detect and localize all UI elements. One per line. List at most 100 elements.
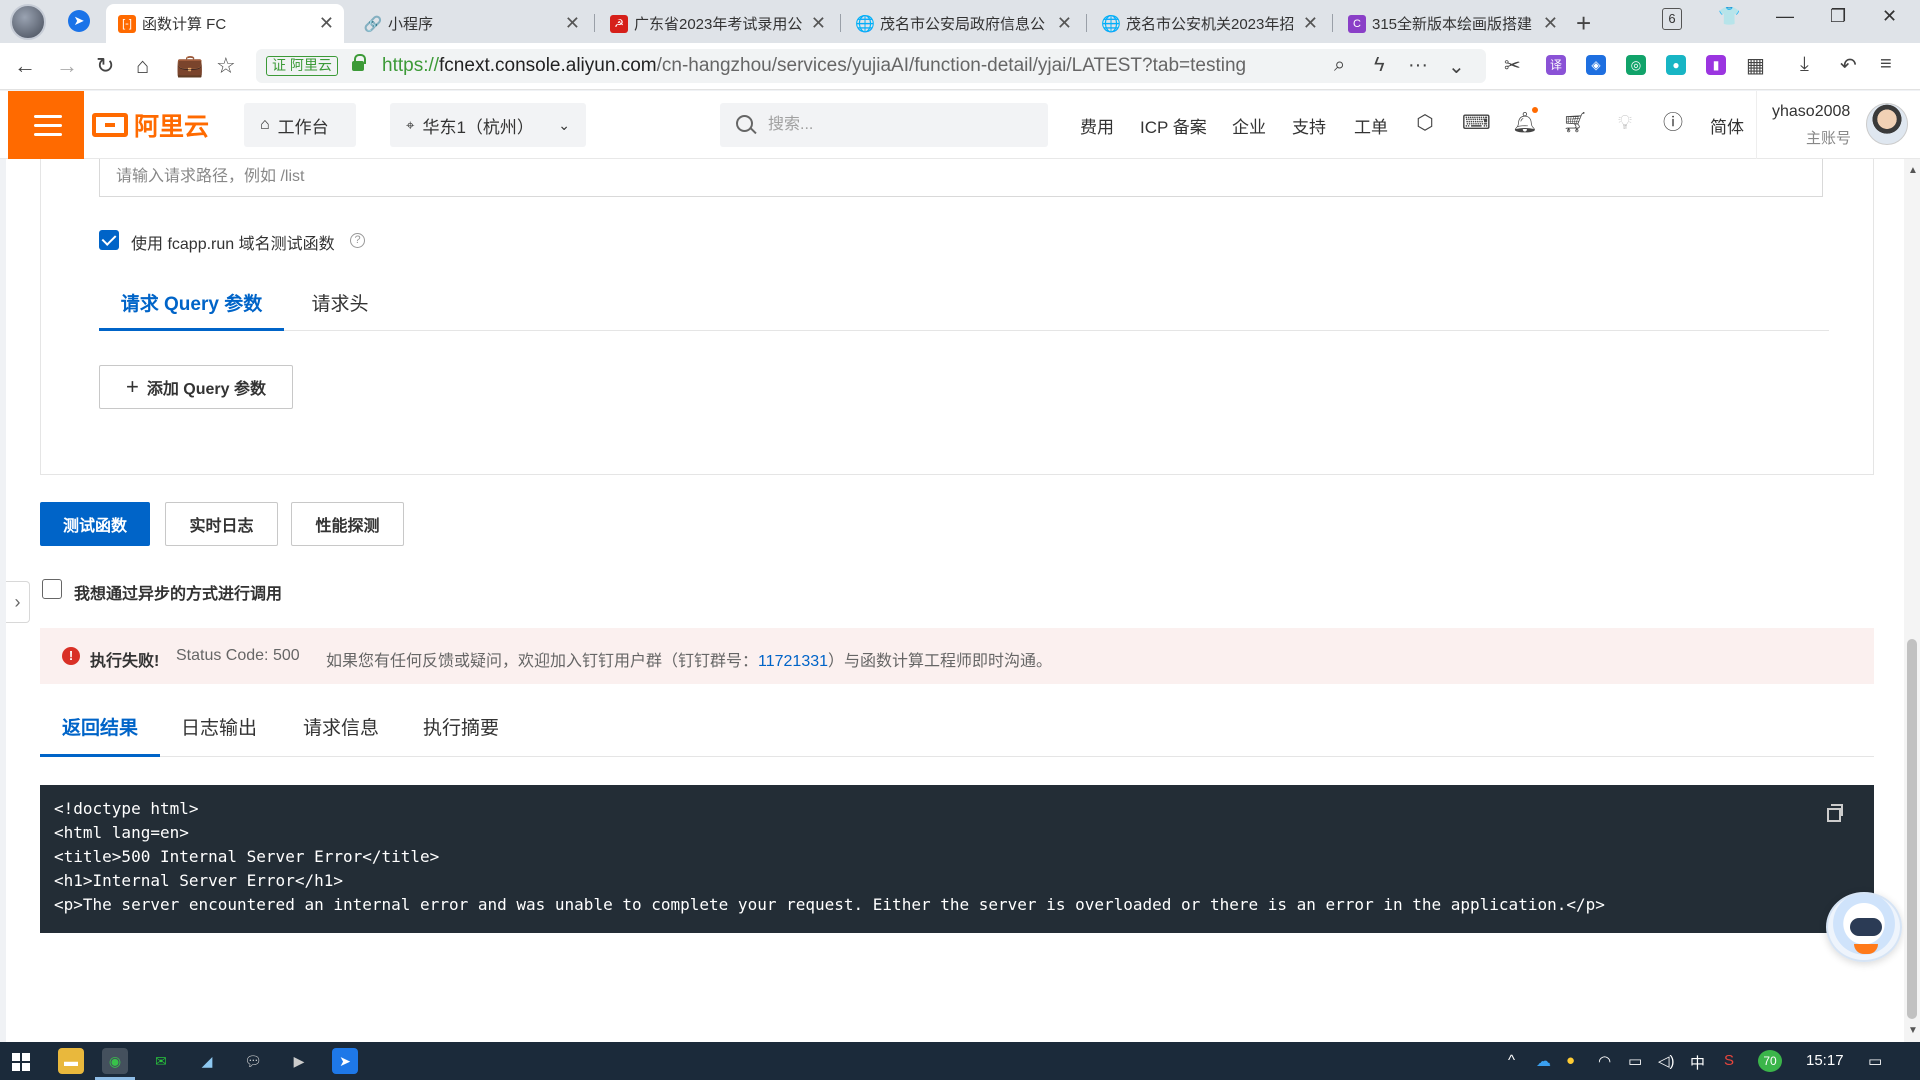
forward-icon[interactable]: → [56,53,78,79]
user-name[interactable]: yhaso2008 [1772,103,1850,121]
bell-icon[interactable]: 🔔︎ [1512,110,1538,136]
aliyun-logo[interactable]: 阿里云 [92,107,209,143]
extension-purple-icon[interactable]: ▮ [1706,55,1726,75]
sidebar-expand-handle[interactable]: › [6,581,30,623]
home-icon[interactable]: ⌂ [136,53,149,79]
back-icon[interactable]: ← [14,53,36,79]
tab-guangdong-exam[interactable]: ☭ 广东省2023年考试录用公 ✕ [598,4,836,43]
nav-ticket[interactable]: 工单 [1354,113,1388,138]
volume-icon[interactable]: ◁) [1658,1052,1675,1070]
async-invoke-checkbox[interactable] [42,579,62,599]
copy-icon[interactable] [1827,804,1843,822]
api-icon[interactable]: ⬡ [1412,110,1438,136]
scroll-up-icon[interactable]: ▲ [1908,165,1918,176]
close-tab-icon[interactable]: ✕ [319,13,334,34]
notes-app-icon[interactable]: ◢ [194,1048,220,1074]
chat-app-icon[interactable]: 💬︎ [240,1048,266,1074]
help-icon[interactable]: ⓘ [1660,110,1686,136]
close-tab-icon[interactable]: ✕ [565,13,580,34]
tab-mini-program[interactable]: 🔗 小程序 ✕ [352,4,590,43]
restore-icon[interactable]: ❐ [1830,6,1846,27]
request-path-input[interactable] [116,165,1716,189]
request-path-field[interactable] [99,159,1823,197]
extension-chat-icon[interactable]: ● [1666,55,1686,75]
wifi-icon[interactable]: ◠ [1598,1052,1611,1070]
page-scrollbar[interactable]: ▲ ▼ [1904,159,1920,1042]
more-icon[interactable]: ··· [1408,54,1428,77]
close-tab-icon[interactable]: ✕ [811,13,826,34]
certificate-badge[interactable]: 证 阿里云 [266,56,338,76]
tab-request-info[interactable]: 请求信息 [296,705,386,755]
chevron-down-icon[interactable]: ⌄ [1448,54,1465,79]
briefcase-icon[interactable]: 💼 [176,53,203,79]
new-tab-icon[interactable]: + [1576,8,1591,39]
file-explorer-icon[interactable]: ▬ [58,1048,84,1074]
zoom-icon[interactable]: ⌕ [1334,54,1345,77]
apps-grid-icon[interactable]: ▦ [1746,53,1765,78]
download-icon[interactable]: ⤓ [1800,53,1809,76]
tray-expand-icon[interactable]: ^ [1508,1052,1515,1069]
scroll-thumb[interactable] [1907,639,1917,1019]
lock-icon[interactable] [352,54,366,72]
extension-green-icon[interactable]: ◎ [1626,55,1646,75]
nav-icp[interactable]: ICP 备案 [1140,113,1207,138]
performance-probe-button[interactable]: 性能探测 [291,502,404,546]
browser-menu-icon[interactable]: ≡ [1880,53,1892,76]
shirt-skin-icon[interactable]: 👕 [1718,6,1740,27]
url-text[interactable]: https://fcnext.console.aliyun.com/cn-han… [382,55,1246,77]
favorites-icon[interactable]: ☆ [216,53,236,79]
ime-indicator[interactable]: 中 [1690,1052,1705,1073]
nav-support[interactable]: 支持 [1292,113,1326,138]
security-score-badge[interactable]: 70 [1758,1050,1782,1072]
pinned-tab-icon[interactable]: ➤ [68,10,90,32]
cart-icon[interactable]: 🛒︎ [1562,110,1588,136]
tab-maoming-police-recruit[interactable]: 🌐 茂名市公安机关2023年招 ✕ [1090,4,1328,43]
undo-icon[interactable]: ↶ [1840,53,1857,78]
minimize-icon[interactable]: — [1776,6,1794,27]
assistant-robot-icon[interactable] [1826,892,1902,962]
add-query-param-button[interactable]: + 添加 Query 参数 [99,365,293,409]
translate-extension-icon[interactable]: 译 [1546,55,1566,75]
cloud-tray-icon[interactable]: ☁ [1536,1052,1551,1070]
use-fcapp-domain-checkbox[interactable] [99,230,119,250]
tab-return-result[interactable]: 返回结果 [40,705,160,757]
scroll-down-icon[interactable]: ▼ [1908,1025,1918,1036]
tab-function-compute[interactable]: [-] 函数计算 FC ✕ [106,4,344,43]
windows-start-icon[interactable] [12,1053,30,1071]
dingtalk-group-link[interactable]: 11721331 [758,653,828,670]
close-tab-icon[interactable]: ✕ [1303,13,1318,34]
profile-avatar-icon[interactable] [10,4,46,40]
tab-log-output[interactable]: 日志输出 [174,705,264,755]
nav-enterprise[interactable]: 企业 [1232,113,1266,138]
language-switch[interactable]: 简体 [1710,113,1744,138]
avatar[interactable] [1866,103,1908,145]
battery-icon[interactable]: ▭ [1628,1052,1642,1070]
tab-maoming-police-info[interactable]: 🌐 茂名市公安局政府信息公 ✕ [844,4,1082,43]
close-tab-icon[interactable]: ✕ [1057,13,1072,34]
scissors-icon[interactable]: ✂ [1504,53,1521,78]
reload-icon[interactable]: ↻ [96,53,114,79]
test-function-button[interactable]: 测试函数 [40,502,150,546]
search-input[interactable] [768,113,1028,137]
video-app-icon[interactable]: ▶ [286,1048,312,1074]
browser-app-icon[interactable]: ◉ [102,1048,128,1074]
app-tray-icon[interactable]: ● [1566,1052,1575,1069]
tab-request-headers[interactable]: 请求头 [295,281,385,331]
close-window-icon[interactable]: ✕ [1882,6,1897,27]
url-field[interactable]: 证 阿里云 https://fcnext.console.aliyun.com/… [256,49,1486,83]
nav-fees[interactable]: 费用 [1080,113,1114,138]
tab-315-drawing[interactable]: C 315全新版本绘画版搭建 ✕ [1336,4,1568,43]
close-tab-icon[interactable]: ✕ [1543,13,1558,34]
workbench-button[interactable]: ⌂ 工作台 [244,103,356,147]
notification-center-icon[interactable]: ▭ [1868,1052,1882,1070]
terminal-icon[interactable]: ⌨ [1462,110,1491,136]
extension-blue-icon[interactable]: ◈ [1586,55,1606,75]
help-circle-icon[interactable]: ? [350,233,365,248]
hamburger-menu-button[interactable] [8,91,84,159]
feishu-app-icon[interactable]: ➤ [332,1048,358,1074]
lightning-icon[interactable]: ϟ [1374,54,1385,77]
tab-execution-summary[interactable]: 执行摘要 [416,705,506,755]
console-search[interactable] [720,103,1048,147]
taskbar-clock[interactable]: 15:17 [1806,1052,1844,1069]
tab-query-params[interactable]: 请求 Query 参数 [99,281,284,331]
